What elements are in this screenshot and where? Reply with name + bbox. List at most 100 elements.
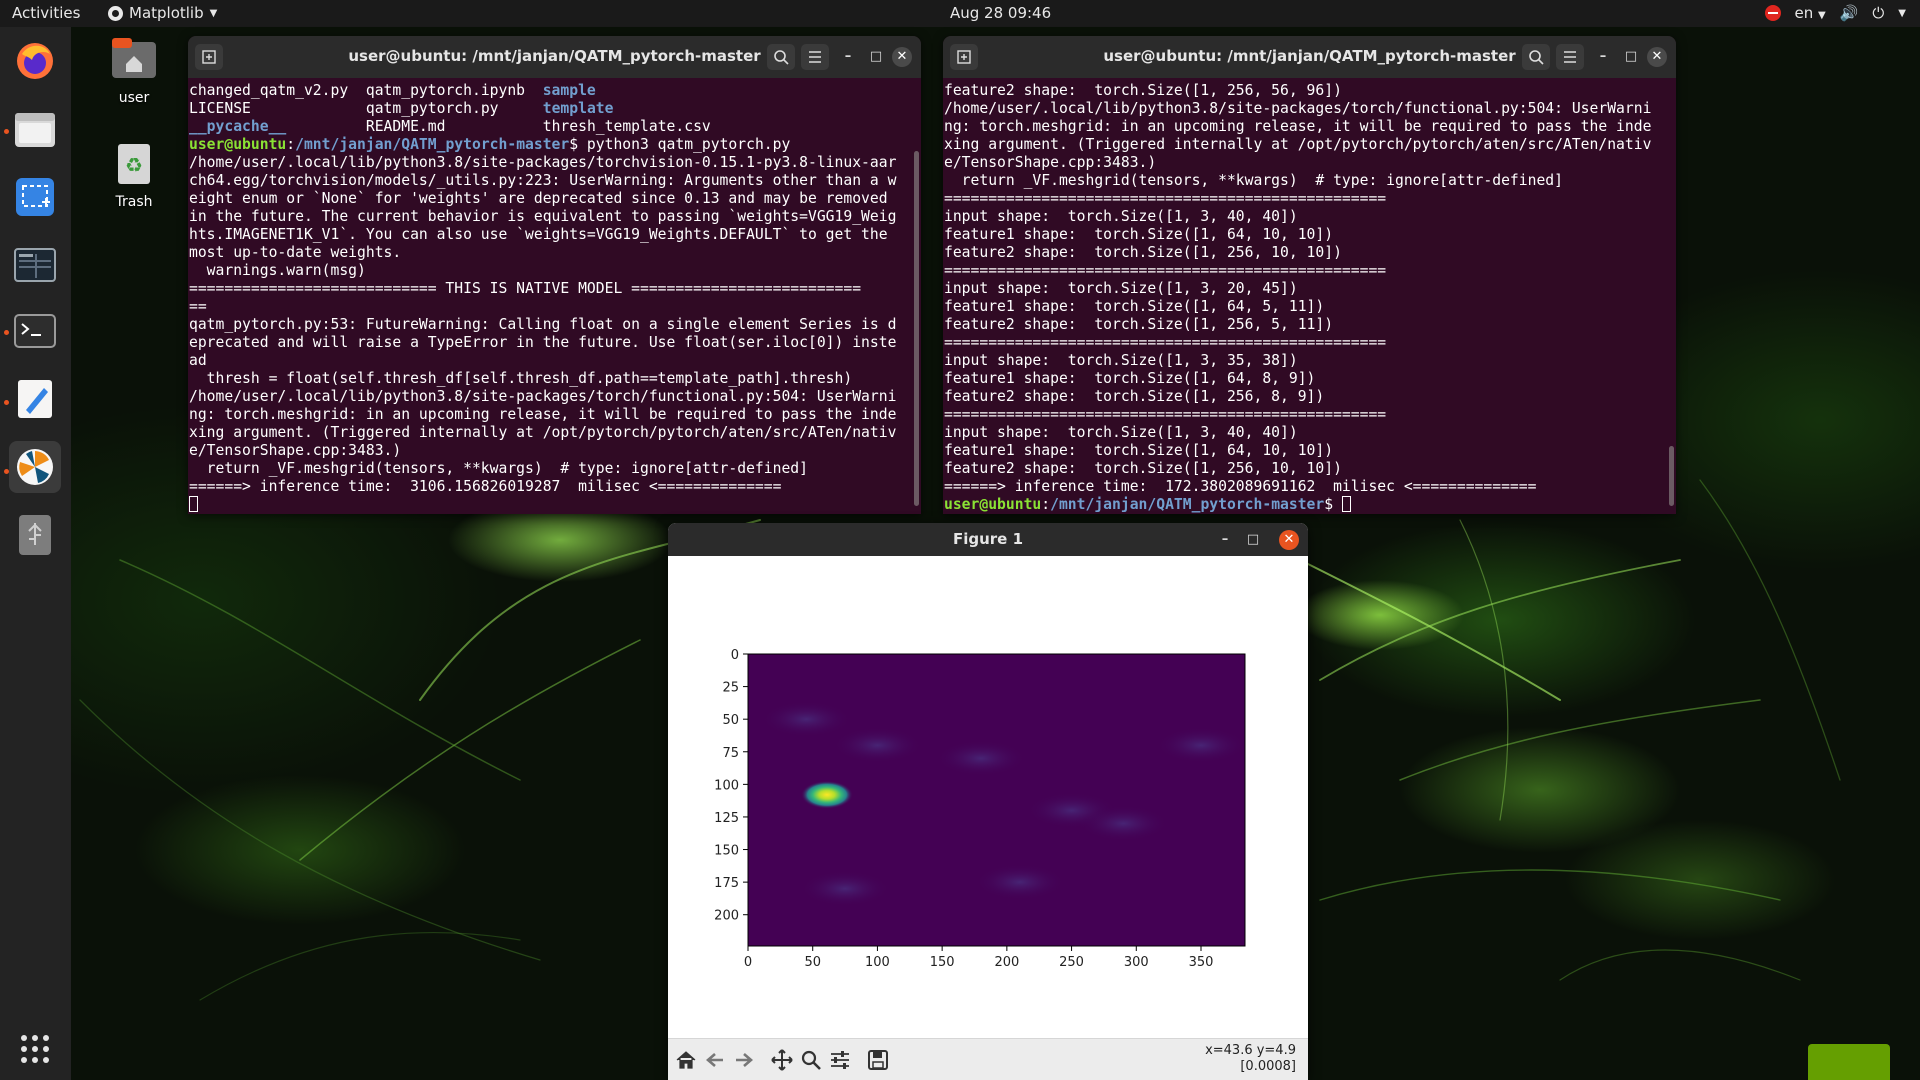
configure-subplots-icon[interactable]	[827, 1047, 853, 1073]
matplotlib-icon[interactable]	[9, 441, 61, 493]
ls-spacing	[499, 100, 543, 117]
forward-icon[interactable]	[731, 1047, 757, 1073]
close-icon[interactable]: ✕	[1647, 47, 1667, 67]
output-line: xing argument. (Triggered internally at …	[189, 424, 921, 442]
output-line: in the future. The current behavior is e…	[189, 208, 921, 226]
close-icon[interactable]: ✕	[1279, 530, 1299, 550]
volume-icon[interactable]: 🔊	[1840, 4, 1859, 22]
search-icon	[774, 50, 789, 65]
language-indicator[interactable]: en ▼	[1795, 4, 1826, 22]
output-text: ad	[189, 352, 207, 369]
output-line: ng: torch.meshgrid: in an upcoming relea…	[944, 118, 1676, 136]
home-icon[interactable]	[673, 1047, 699, 1073]
output-text: feature2 shape: torch.Size([1, 256, 8, 9…	[944, 388, 1325, 405]
x-tick-label: 50	[804, 955, 821, 970]
screenshot-icon[interactable]	[9, 171, 61, 223]
activities-button[interactable]: Activities	[12, 4, 80, 22]
search-button[interactable]	[1522, 44, 1550, 70]
minimize-icon[interactable]: –	[839, 48, 857, 66]
system-monitor-icon[interactable]	[9, 239, 61, 291]
ls-row: changed_qatm_v2.py qatm_pytorch.ipynb sa…	[189, 82, 921, 100]
heatmap-faint-region	[800, 870, 891, 907]
power-icon[interactable]: ⏻	[1872, 4, 1884, 22]
desktop-home-label: user	[118, 90, 150, 106]
output-text: feature2 shape: torch.Size([1, 256, 5, 1…	[944, 316, 1334, 333]
heatmap-chart[interactable]: 0 50 100 150 200 250 300 350 0 25 50 75 100 125 150 175…	[668, 556, 1308, 1038]
output-line: feature2 shape: torch.Size([1, 256, 10, …	[944, 460, 1676, 478]
maximize-icon[interactable]: □	[1622, 48, 1640, 66]
do-not-disturb-icon[interactable]	[1764, 5, 1781, 21]
chevron-down-icon[interactable]: ▼	[1898, 8, 1906, 19]
output-text: feature1 shape: torch.Size([1, 64, 5, 11…	[944, 298, 1325, 315]
menu-button[interactable]	[1556, 44, 1584, 70]
output-text: /home/user/.local/lib/python3.8/site-pac…	[189, 154, 897, 171]
usb-drive-icon[interactable]	[9, 509, 61, 561]
terminal-titlebar[interactable]: user@ubuntu: /mnt/janjan/QATM_pytorch-ma…	[188, 36, 921, 78]
output-line: thresh = float(self.thresh_df[self.thres…	[189, 370, 921, 388]
matplotlib-figure-window[interactable]: Figure 1 – □ ✕ 0 50 100 150 200 250 300 …	[668, 523, 1308, 1080]
output-line: input shape: torch.Size([1, 3, 20, 45])	[944, 280, 1676, 298]
grid-icon[interactable]	[9, 1023, 61, 1075]
terminal-window-left[interactable]: user@ubuntu: /mnt/janjan/QATM_pytorch-ma…	[188, 36, 921, 514]
system-tray[interactable]: en ▼ 🔊 ⏻ ▼	[1764, 4, 1906, 22]
zoom-icon[interactable]	[798, 1047, 824, 1073]
output-text: input shape: torch.Size([1, 3, 40, 40])	[944, 424, 1298, 441]
terminal-output[interactable]: changed_qatm_v2.py qatm_pytorch.ipynb sa…	[188, 78, 921, 514]
output-line: qatm_pytorch.py:53: FutureWarning: Calli…	[189, 316, 921, 334]
output-line: feature2 shape: torch.Size([1, 256, 10, …	[944, 244, 1676, 262]
output-text: input shape: torch.Size([1, 3, 35, 38])	[944, 352, 1298, 369]
save-icon[interactable]	[865, 1047, 891, 1073]
close-icon[interactable]: ✕	[892, 47, 912, 67]
output-line: ========================================…	[944, 406, 1676, 424]
scrollbar[interactable]	[914, 151, 919, 506]
maximize-icon[interactable]: □	[1244, 531, 1262, 549]
ls-spacing	[286, 118, 366, 135]
clock[interactable]: Aug 28 09:46	[950, 4, 1051, 22]
chevron-down-icon: ▼	[1818, 10, 1826, 21]
pan-icon[interactable]	[769, 1047, 795, 1073]
cursor-coordinates: x=43.6 y=4.9 [0.0008]	[1205, 1043, 1296, 1075]
minimize-icon[interactable]: –	[1594, 48, 1612, 66]
output-text: /home/user/.local/lib/python3.8/site-pac…	[944, 100, 1652, 117]
desktop-trash[interactable]: ♻ Trash	[99, 140, 169, 210]
output-text: warnings.warn(msg)	[189, 262, 366, 279]
terminal-output[interactable]: feature2 shape: torch.Size([1, 256, 56, …	[943, 78, 1676, 514]
search-button[interactable]	[767, 44, 795, 70]
ls-spacing	[251, 100, 366, 117]
output-text: xing argument. (Triggered internally at …	[944, 136, 1652, 153]
ls-row: LICENSE qatm_pytorch.py template	[189, 100, 921, 118]
output-line: ad	[189, 352, 921, 370]
output-text: e/TensorShape.cpp:3483.)	[189, 442, 402, 459]
coords-xy: x=43.6 y=4.9	[1205, 1043, 1296, 1058]
y-tick-label: 125	[714, 811, 739, 826]
hamburger-menu-icon	[809, 51, 821, 63]
maximize-icon[interactable]: □	[867, 48, 885, 66]
terminal-window-right[interactable]: user@ubuntu: /mnt/janjan/QATM_pytorch-ma…	[943, 36, 1676, 514]
y-tick-label: 25	[722, 681, 739, 696]
chevron-down-icon: ▼	[209, 7, 218, 19]
output-text: ============================ THIS IS NAT…	[189, 280, 862, 297]
ls-directory: sample	[542, 82, 596, 99]
ls-directory: template	[542, 100, 614, 117]
heatmap-faint-region	[1156, 727, 1245, 764]
svg-text:♻: ♻	[125, 153, 143, 177]
firefox-icon[interactable]	[9, 35, 61, 87]
output-line: hts.IMAGENET1K_V1`. You can also use `we…	[189, 226, 921, 244]
terminal-icon[interactable]	[9, 305, 61, 357]
files-icon[interactable]	[9, 103, 61, 155]
back-icon[interactable]	[702, 1047, 728, 1073]
figure-titlebar[interactable]: Figure 1 – □ ✕	[668, 523, 1308, 556]
minimize-icon[interactable]: –	[1216, 531, 1234, 549]
output-text: /home/user/.local/lib/python3.8/site-pac…	[189, 388, 897, 405]
terminal-titlebar[interactable]: user@ubuntu: /mnt/janjan/QATM_pytorch-ma…	[943, 36, 1676, 78]
scrollbar[interactable]	[1669, 446, 1674, 506]
menu-button[interactable]	[801, 44, 829, 70]
output-line: /home/user/.local/lib/python3.8/site-pac…	[189, 154, 921, 172]
text-editor-icon[interactable]	[9, 373, 61, 425]
output-line: warnings.warn(msg)	[189, 262, 921, 280]
app-menu[interactable]: Matplotlib ▼	[108, 4, 217, 22]
output-text: feature2 shape: torch.Size([1, 256, 10, …	[944, 460, 1342, 477]
desktop-home-folder[interactable]: user	[99, 34, 169, 106]
output-text: ======> inference time: 172.380208969116…	[944, 478, 1537, 495]
figure-canvas[interactable]: 0 50 100 150 200 250 300 350 0 25 50 75 100 125 150 175…	[668, 556, 1308, 1038]
